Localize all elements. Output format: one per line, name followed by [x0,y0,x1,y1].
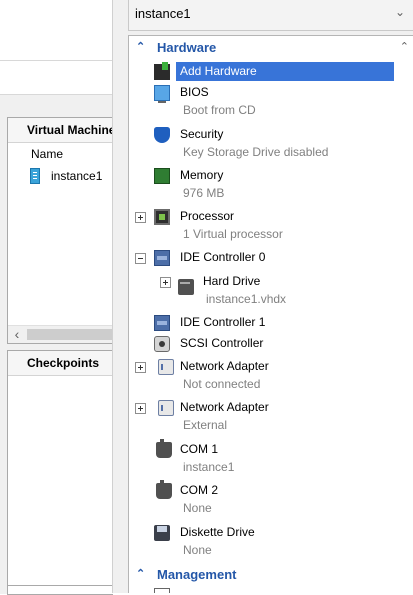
scsi-controller-label: SCSI Controller [180,336,264,350]
diskette-drive-detail: None [183,543,212,557]
security-detail: Key Storage Drive disabled [183,145,329,159]
settings-tree: ⌃ ⌃ Hardware Add Hardware BIOS Boot from… [128,35,413,593]
vm-settings-dialog: instance1 ⌄ ⌃ ⌃ Hardware Add Hardware BI… [112,0,413,593]
checkpoints-panel: Checkpoints [7,350,113,587]
serial-port-icon [156,439,172,458]
scroll-left-arrow-icon[interactable]: ‹ [10,326,24,343]
security-label: Security [180,127,224,141]
tree-item-memory[interactable]: Memory 976 MB [129,166,399,204]
scroll-up-arrow-icon[interactable]: ⌃ [400,40,409,53]
network-adapter-icon [158,359,174,375]
expand-plus-icon[interactable] [160,277,171,288]
ide-controller-icon [154,250,170,266]
scrollbar-thumb[interactable] [27,329,113,340]
vm-list-item[interactable]: instance1 [8,167,113,185]
tree-item-network-adapter-1[interactable]: Network Adapter Not connected [129,357,399,395]
com1-label: COM 1 [180,442,219,456]
tree-item-com1[interactable]: COM 1 instance1 [129,439,399,478]
tree-item-com2[interactable]: COM 2 None [129,480,399,519]
memory-chip-icon [154,168,170,184]
ide-controller-icon [154,315,170,331]
monitor-icon [154,85,170,103]
network-adapter-1-detail: Not connected [183,377,261,391]
memory-label: Memory [180,168,224,182]
network-adapter-icon [158,400,174,416]
expand-plus-icon[interactable] [135,362,146,373]
virtual-machines-header: Virtual Machines [8,118,113,143]
hard-drive-detail: instance1.vhdx [206,292,287,306]
virtual-machine-icon [30,168,40,184]
horizontal-scrollbar[interactable]: ‹ [8,325,113,343]
details-panel [7,585,113,595]
network-adapter-1-label: Network Adapter [180,359,269,373]
memory-detail: 976 MB [183,186,225,200]
com1-detail: instance1 [183,460,235,474]
tree-item-scsi-controller[interactable]: SCSI Controller [129,334,399,353]
vm-name: instance1 [51,169,103,183]
hardware-section-label: Hardware [157,40,217,55]
tree-item-network-adapter-2[interactable]: Network Adapter External [129,398,399,436]
double-chevron-up-icon[interactable]: ⌃ [136,564,145,585]
processor-label: Processor [180,209,235,223]
hard-drive-label: Hard Drive [203,274,261,288]
add-hardware-icon [154,62,170,80]
ide-controller-0-label: IDE Controller 0 [180,250,266,264]
expand-plus-icon[interactable] [135,212,146,223]
double-chevron-up-icon[interactable]: ⌃ [136,37,145,58]
processor-icon [154,209,170,225]
tree-item-hard-drive[interactable]: Hard Drive instance1.vhdx [129,272,399,310]
tree-item-ide-controller-0[interactable]: IDE Controller 0 [129,248,399,267]
checkpoints-header: Checkpoints [8,351,113,376]
expand-plus-icon[interactable] [135,403,146,414]
vm-selector-dropdown[interactable]: instance1 ⌄ [128,0,413,31]
serial-port-icon [156,480,172,499]
tree-item-name[interactable] [129,586,399,593]
hardware-section-header[interactable]: ⌃ Hardware [129,37,399,58]
bios-detail: Boot from CD [183,103,256,117]
com2-detail: None [183,501,212,515]
ide-controller-1-label: IDE Controller 1 [180,315,266,329]
add-hardware-label: Add Hardware [176,62,394,81]
tree-item-add-hardware[interactable]: Add Hardware [129,62,399,81]
name-column-header[interactable]: Name [8,143,113,165]
diskette-drive-label: Diskette Drive [180,525,255,539]
tree-item-processor[interactable]: Processor 1 Virtual processor [129,207,399,245]
hard-drive-icon [178,279,194,295]
divider [0,60,112,61]
collapse-minus-icon[interactable] [135,253,146,264]
floppy-disk-icon [154,525,170,541]
tree-item-bios[interactable]: BIOS Boot from CD [129,83,399,121]
tree-item-security[interactable]: Security Key Storage Drive disabled [129,125,399,163]
manager-top-area [0,0,112,60]
management-section-label: Management [157,567,237,582]
scsi-controller-icon [154,336,170,352]
com2-label: COM 2 [180,483,219,497]
network-adapter-2-label: Network Adapter [180,400,269,414]
virtual-machines-panel: Virtual Machines Name instance1 ‹ [7,117,113,344]
tree-item-ide-controller-1[interactable]: IDE Controller 1 [129,313,399,332]
chevron-down-icon[interactable]: ⌄ [395,5,405,19]
management-section-header[interactable]: ⌃ Management [129,564,399,585]
network-adapter-2-detail: External [183,418,228,432]
vm-selector-value: instance1 [135,6,191,21]
tree-item-diskette-drive[interactable]: Diskette Drive None [129,523,399,561]
processor-detail: 1 Virtual processor [183,227,283,241]
bios-label: BIOS [180,85,209,99]
shield-icon [154,127,170,143]
name-document-icon [154,588,170,593]
